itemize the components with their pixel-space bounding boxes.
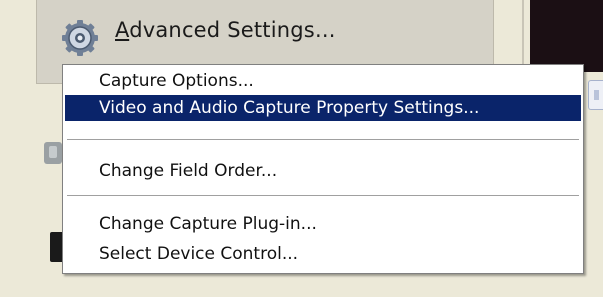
menu-item-change-field-order[interactable]: Change Field Order... xyxy=(65,158,581,184)
menu-item-change-capture-plugin[interactable]: Change Capture Plug-in... xyxy=(65,211,581,237)
menu-separator xyxy=(67,195,579,199)
gear-icon xyxy=(62,20,98,56)
menu-item-select-device-control[interactable]: Select Device Control... xyxy=(65,241,581,267)
context-menu: Capture Options... Video and Audio Captu… xyxy=(62,64,584,274)
menu-separator xyxy=(67,139,579,143)
camera-icon xyxy=(44,142,62,164)
scrollbar[interactable] xyxy=(588,80,603,110)
video-preview xyxy=(530,0,603,72)
advanced-settings-label: Advanced Settings... xyxy=(115,18,336,42)
menu-item-capture-options[interactable]: Capture Options... xyxy=(65,68,581,94)
menu-item-video-audio-capture-settings[interactable]: Video and Audio Capture Property Setting… xyxy=(65,95,581,121)
